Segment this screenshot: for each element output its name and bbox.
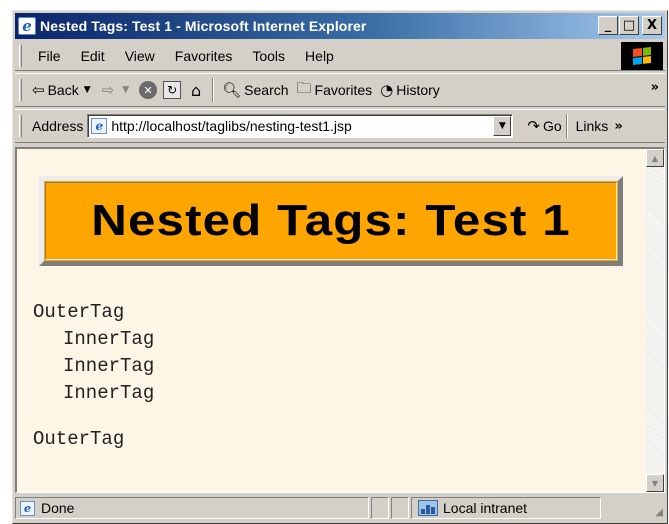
toolbar-overflow-chevron-icon[interactable]: » <box>651 80 659 95</box>
toolbar-grip[interactable] <box>19 79 22 101</box>
browser-window: e Nested Tags: Test 1 - Microsoft Intern… <box>12 10 668 524</box>
go-label: Go <box>542 118 562 134</box>
address-field[interactable]: e ▼ <box>87 114 514 138</box>
links-label: Links <box>575 118 609 134</box>
outer-tag-line: OuterTag <box>33 428 125 450</box>
search-label: Search <box>244 82 289 98</box>
history-icon: ◔ <box>380 81 394 99</box>
favorites-button[interactable]: 🗀 Favorites <box>293 77 377 103</box>
links-button[interactable]: Links » <box>576 118 623 134</box>
history-label: History <box>396 82 440 98</box>
toolbar-separator <box>212 78 215 102</box>
address-bar: Address e ▼ ↷ Go Links » <box>15 109 665 143</box>
maximize-button[interactable]: □ <box>619 16 639 35</box>
back-dropdown-icon[interactable]: ▼ <box>84 85 91 95</box>
home-icon[interactable]: ⌂ <box>187 81 205 100</box>
status-secure-pane <box>391 497 409 519</box>
internet-explorer-icon: e <box>18 17 36 35</box>
content-frame: Nested Tags: Test 1 OuterTag InnerTag In… <box>15 147 665 493</box>
address-label: Address <box>32 118 84 134</box>
forward-button[interactable]: ⇨ ▼ <box>98 77 137 103</box>
page-icon: e <box>91 118 108 134</box>
page-content: Nested Tags: Test 1 OuterTag InnerTag In… <box>17 149 646 492</box>
stop-icon[interactable]: ✕ <box>139 81 158 99</box>
menu-edit[interactable]: Edit <box>71 48 115 64</box>
window-controls: _ □ X <box>597 16 662 35</box>
close-button[interactable]: X <box>642 16 662 35</box>
go-arrow-icon: ↷ <box>527 117 540 135</box>
page-heading: Nested Tags: Test 1 <box>91 196 571 245</box>
search-icon: 🔍︎ <box>222 81 242 99</box>
standard-toolbar: ⇦ Back ▼ ⇨ ▼ ✕ ↻ ⌂ 🔍︎ Search 🗀 Favorites… <box>15 73 665 107</box>
zone-label: Local intranet <box>443 500 528 516</box>
address-dropdown-icon[interactable]: ▼ <box>493 116 512 136</box>
refresh-icon[interactable]: ↻ <box>163 81 182 99</box>
menu-file[interactable]: File <box>28 48 71 64</box>
menu-help[interactable]: Help <box>295 48 344 64</box>
search-button[interactable]: 🔍︎ Search <box>218 77 292 103</box>
status-zone: Local intranet <box>411 497 601 519</box>
status-progress-pane <box>371 497 389 519</box>
inner-tag-line: InnerTag <box>63 382 155 404</box>
forward-arrow-icon: ⇨ <box>101 81 115 99</box>
back-button[interactable]: ⇦ Back ▼ <box>28 77 98 103</box>
vertical-scrollbar[interactable]: ▲ ▼ <box>646 149 664 492</box>
status-text: Done <box>41 500 75 516</box>
tag-output: OuterTag InnerTag InnerTag InnerTag Oute… <box>33 299 154 453</box>
history-button[interactable]: ◔ History <box>376 77 444 103</box>
go-button[interactable]: ↷ Go <box>527 117 561 135</box>
page-done-icon: e <box>20 500 35 516</box>
address-input[interactable] <box>111 118 492 134</box>
forward-dropdown-icon[interactable]: ▼ <box>122 85 129 95</box>
windows-flag-icon <box>633 47 651 65</box>
local-intranet-icon <box>418 500 438 516</box>
outer-tag-line: OuterTag <box>33 301 125 323</box>
back-label: Back <box>47 82 79 98</box>
minimize-button[interactable]: _ <box>598 16 618 35</box>
back-arrow-icon: ⇦ <box>32 81 45 99</box>
favorites-folder-icon: 🗀 <box>296 78 312 97</box>
windows-logo-throbber <box>621 42 663 70</box>
status-main: e Done <box>15 497 369 519</box>
menubar-grip[interactable] <box>19 44 22 67</box>
inner-tag-line: InnerTag <box>63 328 155 350</box>
menu-favorites[interactable]: Favorites <box>165 48 243 64</box>
resize-grip-icon[interactable]: ◢ <box>655 507 663 518</box>
address-separator <box>565 114 568 138</box>
title-bar[interactable]: e Nested Tags: Test 1 - Microsoft Intern… <box>15 13 665 39</box>
menu-bar: File Edit View Favorites Tools Help <box>15 41 665 71</box>
window-title: Nested Tags: Test 1 - Microsoft Internet… <box>40 18 367 34</box>
addressbar-grip[interactable] <box>19 115 22 137</box>
page-heading-box: Nested Tags: Test 1 <box>39 176 623 266</box>
favorites-label: Favorites <box>314 82 373 98</box>
scroll-down-arrow-icon[interactable]: ▼ <box>646 474 664 492</box>
inner-tag-line: InnerTag <box>63 355 155 377</box>
scroll-up-arrow-icon[interactable]: ▲ <box>646 149 664 167</box>
menu-tools[interactable]: Tools <box>242 48 295 64</box>
menu-view[interactable]: View <box>115 48 165 64</box>
links-chevron-icon: » <box>614 118 623 134</box>
status-bar: e Done Local intranet ◢ <box>15 497 665 521</box>
